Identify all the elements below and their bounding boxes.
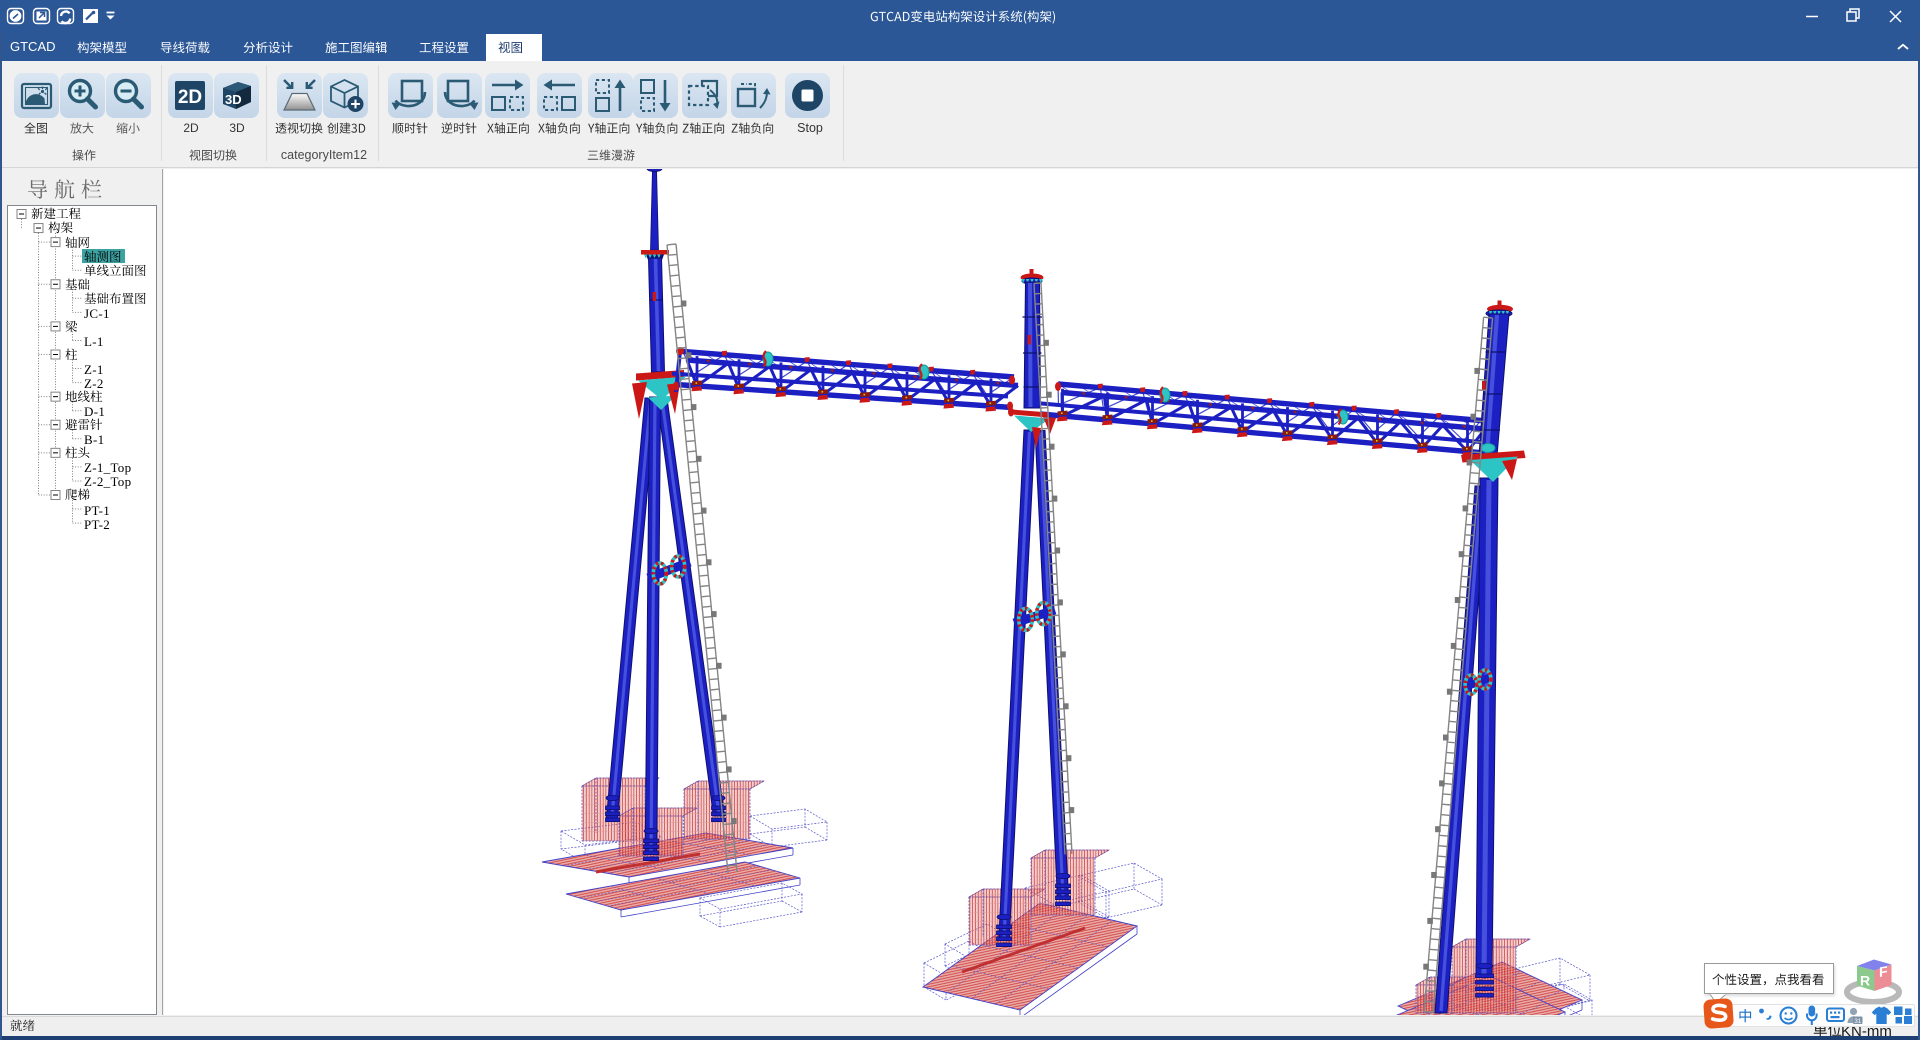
- svg-text:2D: 2D: [178, 87, 202, 108]
- svg-text:R: R: [1860, 973, 1870, 989]
- svg-text:3D: 3D: [225, 92, 242, 107]
- svg-text:31: 31: [1854, 1018, 1862, 1025]
- svg-text:F: F: [1879, 963, 1888, 980]
